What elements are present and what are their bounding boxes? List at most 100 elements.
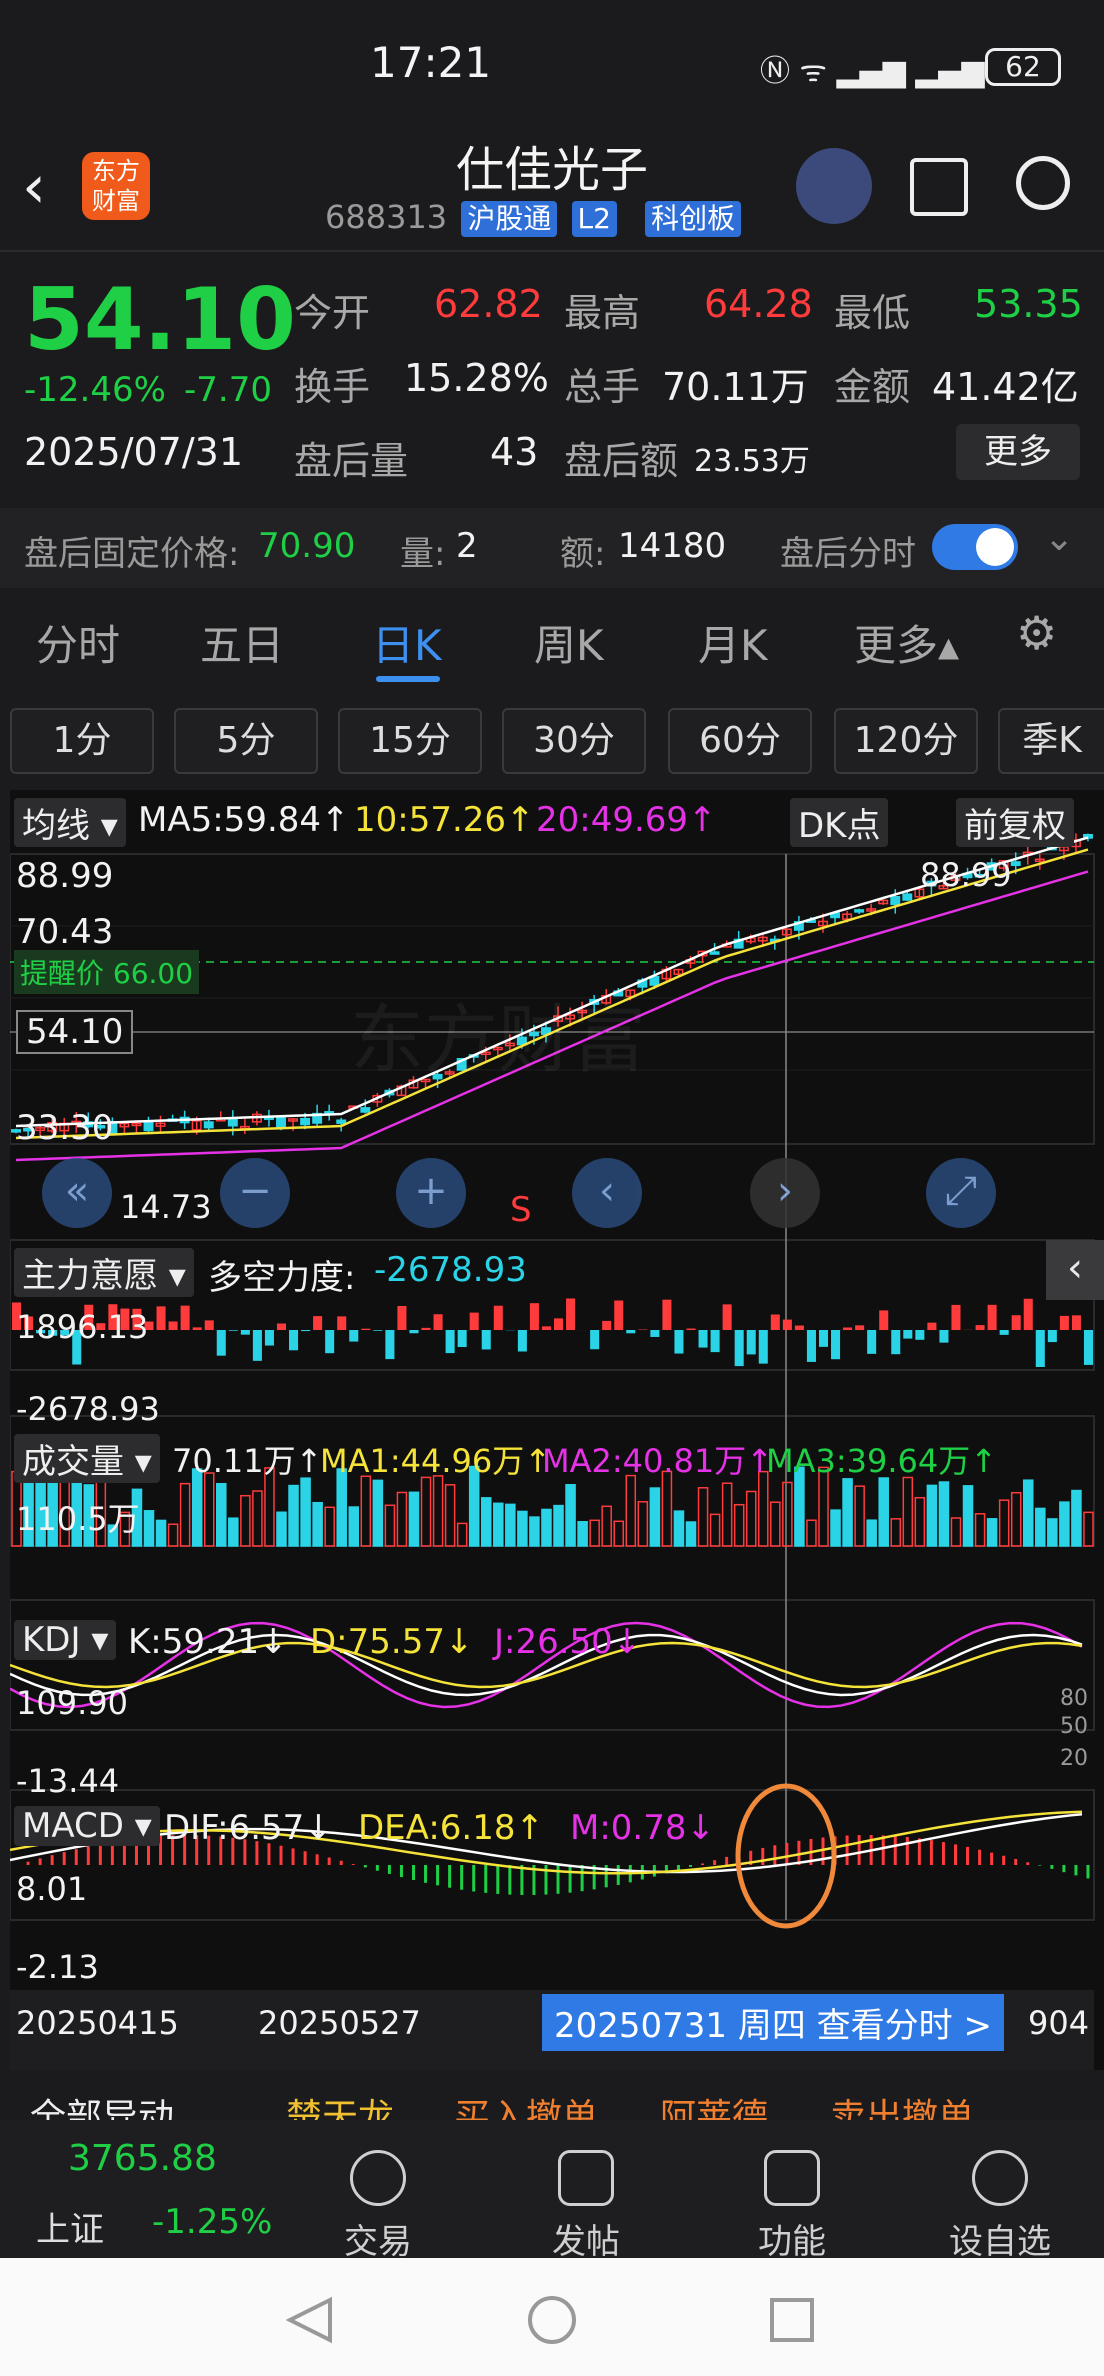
current-price-tag: 54.10 xyxy=(16,1010,134,1054)
fullscreen-icon[interactable]: ⤢ xyxy=(926,1158,996,1228)
fq-button[interactable]: 前复权 xyxy=(956,798,1074,847)
tab-monthly-k[interactable]: 月K xyxy=(698,612,768,673)
period-1m[interactable]: 1分 xyxy=(10,708,154,774)
force-bar xyxy=(590,1330,600,1350)
recents-nav-icon[interactable] xyxy=(770,2298,814,2342)
period-15m[interactable]: 15分 xyxy=(338,708,482,774)
force-bottom: -2678.93 xyxy=(16,1390,160,1428)
volume-bar xyxy=(384,1504,396,1547)
nav-post-label: 发帖 xyxy=(552,2222,620,2262)
dk-button[interactable]: DK点 xyxy=(790,798,889,847)
force-bar xyxy=(987,1304,997,1330)
step-right-icon[interactable]: › xyxy=(750,1158,820,1228)
force-bar xyxy=(626,1330,636,1334)
more-button[interactable]: 更多 xyxy=(956,424,1080,480)
zoom-out-icon[interactable]: − xyxy=(220,1158,290,1228)
kdj-dropdown[interactable]: KDJ ▾ xyxy=(14,1620,117,1660)
force-dropdown[interactable]: 主力意愿 ▾ xyxy=(14,1248,194,1297)
candle-body xyxy=(709,951,720,955)
nav-trade[interactable]: 交易 xyxy=(298,2150,458,2263)
period-5m[interactable]: 5分 xyxy=(174,708,318,774)
sell-signal-s: S xyxy=(510,1190,532,1230)
fixed-price-value: 70.90 xyxy=(258,526,356,566)
index-value: 3765.88 xyxy=(68,2138,217,2179)
nav-post[interactable]: 发帖 xyxy=(506,2150,666,2263)
period-120m[interactable]: 120分 xyxy=(834,708,978,774)
volume-bar xyxy=(830,1509,841,1547)
volume-bar xyxy=(143,1510,155,1547)
force-bar xyxy=(457,1330,467,1348)
scroll-left-fast-icon[interactable]: « xyxy=(42,1158,112,1228)
force-bar xyxy=(554,1318,564,1330)
volume-bar xyxy=(926,1484,938,1547)
stock-code: 688313 xyxy=(325,198,448,236)
turnover-label: 换手 xyxy=(294,365,371,409)
volume-bar xyxy=(288,1484,299,1547)
robot-assistant-icon[interactable] xyxy=(796,148,872,224)
macd-bottom: -2.13 xyxy=(16,1948,99,1986)
gear-icon[interactable]: ⚙ xyxy=(1016,606,1057,660)
ma-dropdown[interactable]: 均线 ▾ xyxy=(14,798,126,847)
volume-bar xyxy=(1035,1507,1046,1547)
force-bar xyxy=(1011,1315,1021,1330)
anomaly-ticker[interactable]: 全部异动 楚天龙 买入撤单 阿莱德 卖出撤单 xyxy=(0,2070,1104,2120)
after-hours-toggle[interactable] xyxy=(932,524,1018,570)
selected-date-button[interactable]: 20250731 周四 查看分时 > xyxy=(542,1994,1004,2051)
tab-five-day[interactable]: 五日 xyxy=(200,612,284,673)
ticker-item: 楚天龙 xyxy=(286,2097,395,2120)
force-bar xyxy=(541,1326,551,1330)
qty-value: 2 xyxy=(456,526,478,566)
force-bar xyxy=(770,1314,780,1330)
candle-body xyxy=(360,1107,371,1113)
share-icon[interactable] xyxy=(910,158,968,216)
force-bar xyxy=(325,1330,335,1354)
volume-ma2: MA2:40.81万↑ xyxy=(542,1442,774,1480)
tab-daily-k[interactable]: 日K xyxy=(372,612,442,673)
tab-more[interactable]: 更多▴ xyxy=(854,612,959,673)
chevron-down-icon[interactable]: ⌄ xyxy=(1044,518,1074,559)
force-bar xyxy=(1059,1315,1069,1330)
nav-functions[interactable]: 功能 xyxy=(712,2150,872,2263)
volume-bar xyxy=(745,1490,757,1547)
after-amt-value: 23.53万 xyxy=(694,444,810,479)
date-label-1: 20250415 xyxy=(16,2004,179,2042)
force-bar xyxy=(927,1322,937,1330)
stock-code-line: 688313 沪股通 L2 科创板 xyxy=(325,198,742,237)
tab-weekly-k[interactable]: 周K xyxy=(534,612,604,673)
force-bar xyxy=(674,1330,684,1354)
period-30m[interactable]: 30分 xyxy=(502,708,646,774)
volume-bar xyxy=(228,1517,239,1547)
force-bar xyxy=(469,1312,479,1330)
index-name: 上证 xyxy=(36,2210,104,2250)
force-bar xyxy=(794,1325,804,1330)
volume-bar xyxy=(1059,1501,1070,1547)
period-quarter[interactable]: 季K xyxy=(998,708,1104,774)
volume-dropdown[interactable]: 成交量 ▾ xyxy=(14,1434,160,1483)
step-left-icon[interactable]: ‹ xyxy=(572,1158,642,1228)
volume-bar xyxy=(685,1521,697,1547)
macd-dropdown[interactable]: MACD ▾ xyxy=(14,1806,160,1846)
volume-bar xyxy=(733,1503,745,1547)
force-bar xyxy=(361,1328,371,1330)
collapse-panel-icon[interactable]: ‹ xyxy=(1046,1240,1104,1300)
volume-bar xyxy=(155,1519,167,1547)
force-bar xyxy=(722,1304,732,1330)
period-60m[interactable]: 60分 xyxy=(668,708,812,774)
force-bar xyxy=(566,1298,576,1330)
volume-bar xyxy=(252,1490,263,1547)
zoom-in-icon[interactable]: + xyxy=(396,1158,466,1228)
search-icon[interactable] xyxy=(1016,156,1070,210)
home-nav-icon[interactable] xyxy=(528,2296,576,2344)
kdj-d: D:75.57↓ xyxy=(310,1622,474,1662)
macd-dif: DIF:6.57↓ xyxy=(164,1808,333,1848)
watermark: 东方财富 xyxy=(350,997,646,1083)
force-bar xyxy=(843,1327,853,1330)
more-dots-icon xyxy=(972,2150,1028,2206)
ticker-item: 阿莱德 xyxy=(660,2097,769,2120)
force-bar xyxy=(168,1321,178,1330)
force-bar xyxy=(758,1330,768,1364)
nav-add-watchlist[interactable]: 设自选 xyxy=(920,2150,1080,2263)
tab-intraday[interactable]: 分时 xyxy=(36,612,120,673)
back-nav-icon[interactable] xyxy=(285,2296,332,2344)
tag-kcb: 科创板 xyxy=(645,201,742,237)
